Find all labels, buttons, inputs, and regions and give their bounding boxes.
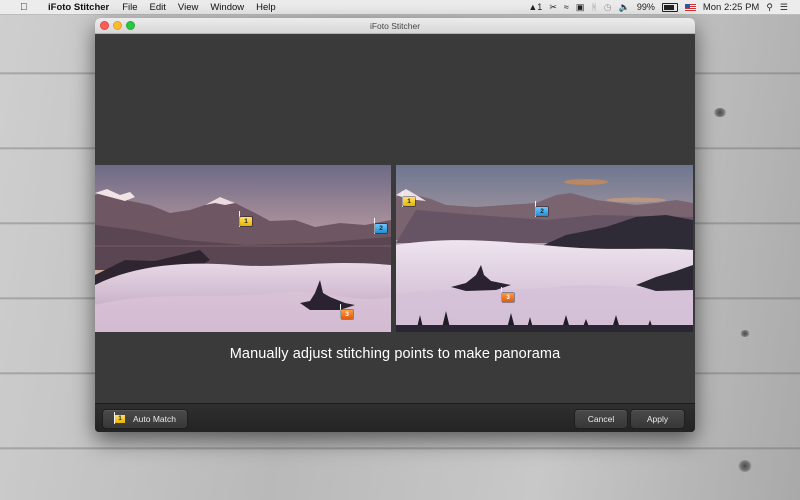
window-titlebar[interactable]: iFoto Stitcher [95, 18, 695, 34]
stitch-point-1-label: 1 [240, 217, 252, 226]
stitch-point-3-right[interactable]: 3 [501, 287, 514, 304]
battery-icon[interactable] [661, 2, 678, 12]
menu-view[interactable]: View [178, 2, 198, 13]
apply-label: Apply [646, 414, 669, 424]
right-photo[interactable]: 1 2 3 [396, 165, 693, 332]
cancel-label: Cancel [587, 414, 615, 424]
app-window: iFoto Stitcher 1 2 3 1 2 3 Manually adju… [95, 18, 695, 432]
apple-menu-icon[interactable]:  [20, 2, 34, 13]
stitch-point-1-right-label: 1 [403, 197, 415, 206]
menu-window[interactable]: Window [210, 2, 244, 13]
left-photo[interactable]: 1 2 3 [95, 165, 391, 332]
adobe-icon[interactable]: ▲1 [528, 2, 542, 12]
flag-icon[interactable] [684, 3, 696, 11]
instruction-text: Manually adjust stitching points to make… [229, 346, 561, 362]
stitch-point-1-right[interactable]: 1 [402, 191, 415, 208]
battery-percent[interactable]: 99% [637, 2, 655, 12]
notification-center-icon[interactable]: ☰ [780, 2, 788, 13]
wood-knot [738, 460, 752, 472]
volume-icon[interactable]: 🔈 [619, 2, 630, 13]
bluetooth-icon[interactable]: ᚻ [591, 2, 596, 12]
menu-file[interactable]: File [122, 2, 137, 13]
stitch-point-3-label: 3 [341, 310, 353, 319]
stitch-point-1[interactable]: 1 [239, 211, 252, 228]
stitch-content: 1 2 3 1 2 3 Manually adjust stitching po… [95, 34, 695, 403]
stitch-point-2-right[interactable]: 2 [535, 201, 548, 218]
menu-help[interactable]: Help [256, 2, 276, 13]
bottom-toolbar: 1 Auto Match Cancel Apply [95, 403, 695, 432]
wood-knot [713, 108, 727, 117]
stitch-point-2[interactable]: 2 [374, 218, 387, 235]
traffic-lights [100, 21, 135, 30]
wood-knot [740, 330, 750, 337]
zoom-button[interactable] [126, 21, 135, 30]
auto-match-button[interactable]: 1 Auto Match [102, 409, 188, 429]
stitch-point-3-right-label: 3 [502, 293, 514, 302]
auto-match-label: Auto Match [133, 414, 176, 424]
adobe-count: 1 [537, 2, 543, 12]
auto-match-icon-label: 1 [115, 414, 125, 423]
apply-button[interactable]: Apply [630, 409, 685, 429]
status-area: ▲1 ✂ ≈ ▣ ᚻ ◷ 🔈 99% Mon 2:25 PM ⚲ ☰ [528, 2, 788, 13]
menu-edit[interactable]: Edit [150, 2, 166, 13]
stitch-point-3[interactable]: 3 [340, 304, 353, 321]
clock[interactable]: Mon 2:25 PM [703, 2, 760, 13]
spotlight-search-icon[interactable]: ⚲ [766, 2, 773, 13]
window-title: iFoto Stitcher [369, 20, 421, 31]
close-button[interactable] [100, 21, 109, 30]
time-machine-icon[interactable]: ◷ [604, 2, 612, 13]
scissors-icon[interactable]: ✂ [549, 2, 557, 13]
marker-flag-icon: 1 [114, 411, 125, 424]
menu-bar:  iFoto Stitcher File Edit View Window H… [0, 0, 800, 15]
minimize-button[interactable] [113, 21, 122, 30]
menu-app-name[interactable]: iFoto Stitcher [48, 2, 109, 13]
display-icon[interactable]: ▣ [576, 2, 585, 13]
stitch-point-2-label: 2 [375, 224, 387, 233]
wifi-icon[interactable]: ≈ [564, 2, 569, 12]
stitch-point-2-right-label: 2 [536, 207, 548, 216]
cancel-button[interactable]: Cancel [574, 409, 628, 429]
